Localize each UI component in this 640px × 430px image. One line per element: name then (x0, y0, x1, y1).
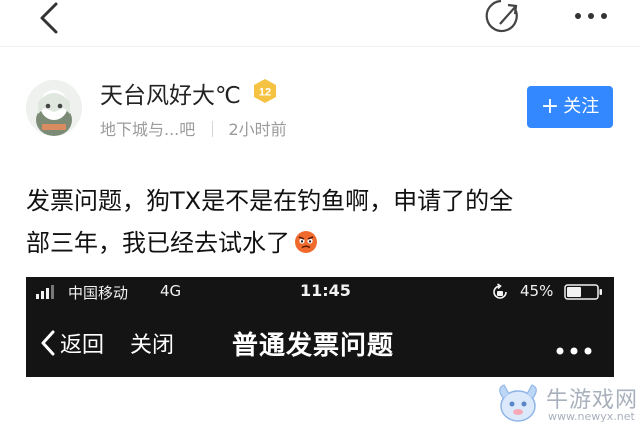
more-dots-icon[interactable] (554, 341, 594, 355)
post-line-2-text: 部三年，我已经去试水了 (26, 229, 290, 257)
avatar[interactable] (26, 80, 82, 136)
divider (0, 46, 640, 47)
top-nav-bar (0, 0, 640, 46)
carrier-name: 中国移动 (68, 284, 129, 302)
meta-divider (212, 121, 214, 137)
phone-nav-bar: 返回 关闭 普通发票问题 (26, 315, 614, 371)
angry-face-emoji-icon (294, 225, 318, 253)
more-dots-icon[interactable] (566, 0, 616, 36)
embedded-screenshot[interactable]: 中国移动 4G 11:45 45% 返回 关闭 普通发票问题 (26, 277, 614, 377)
phone-page-title: 普通发票问题 (232, 331, 395, 361)
phone-back-button[interactable]: 返回 (40, 327, 105, 358)
phone-clock: 11:45 (300, 281, 351, 300)
follow-button[interactable]: + 关注 (527, 86, 613, 128)
phone-back-label: 返回 (60, 333, 105, 358)
level-number: 12 (259, 87, 271, 99)
mascot-logo-icon (494, 382, 542, 426)
forum-name[interactable]: 地下城与...吧 (100, 120, 195, 139)
site-watermark: 牛游戏网 www.newyx.net (494, 380, 640, 428)
rotation-lock-icon (491, 283, 509, 301)
post-line-1: 发票问题，狗TX是不是在钓鱼啊，申请了的全 (26, 187, 514, 215)
phone-close-button[interactable]: 关闭 (130, 327, 174, 359)
network-type: 4G (160, 282, 182, 300)
author-name[interactable]: 天台风好大℃ (100, 76, 241, 110)
battery-icon (564, 284, 604, 300)
watermark-url: www.newyx.net (548, 410, 635, 423)
signal-icon (36, 285, 58, 299)
plus-icon: + (540, 94, 560, 119)
level-badge: 12 (252, 78, 278, 104)
phone-status-bar: 中国移动 4G 11:45 45% (26, 277, 614, 307)
battery-percent: 45% (520, 282, 554, 300)
post-time: 2小时前 (228, 120, 287, 139)
post-line-2: 部三年，我已经去试水了 (26, 222, 616, 264)
post-meta: 地下城与...吧 2小时前 (100, 116, 287, 140)
share-icon[interactable] (478, 0, 528, 36)
post-content: 发票问题，狗TX是不是在钓鱼啊，申请了的全 部三年，我已经去试水了 (26, 180, 616, 264)
follow-label: 关注 (563, 96, 600, 117)
chevron-left-icon (41, 330, 55, 356)
chevron-left-icon[interactable] (30, 0, 70, 36)
